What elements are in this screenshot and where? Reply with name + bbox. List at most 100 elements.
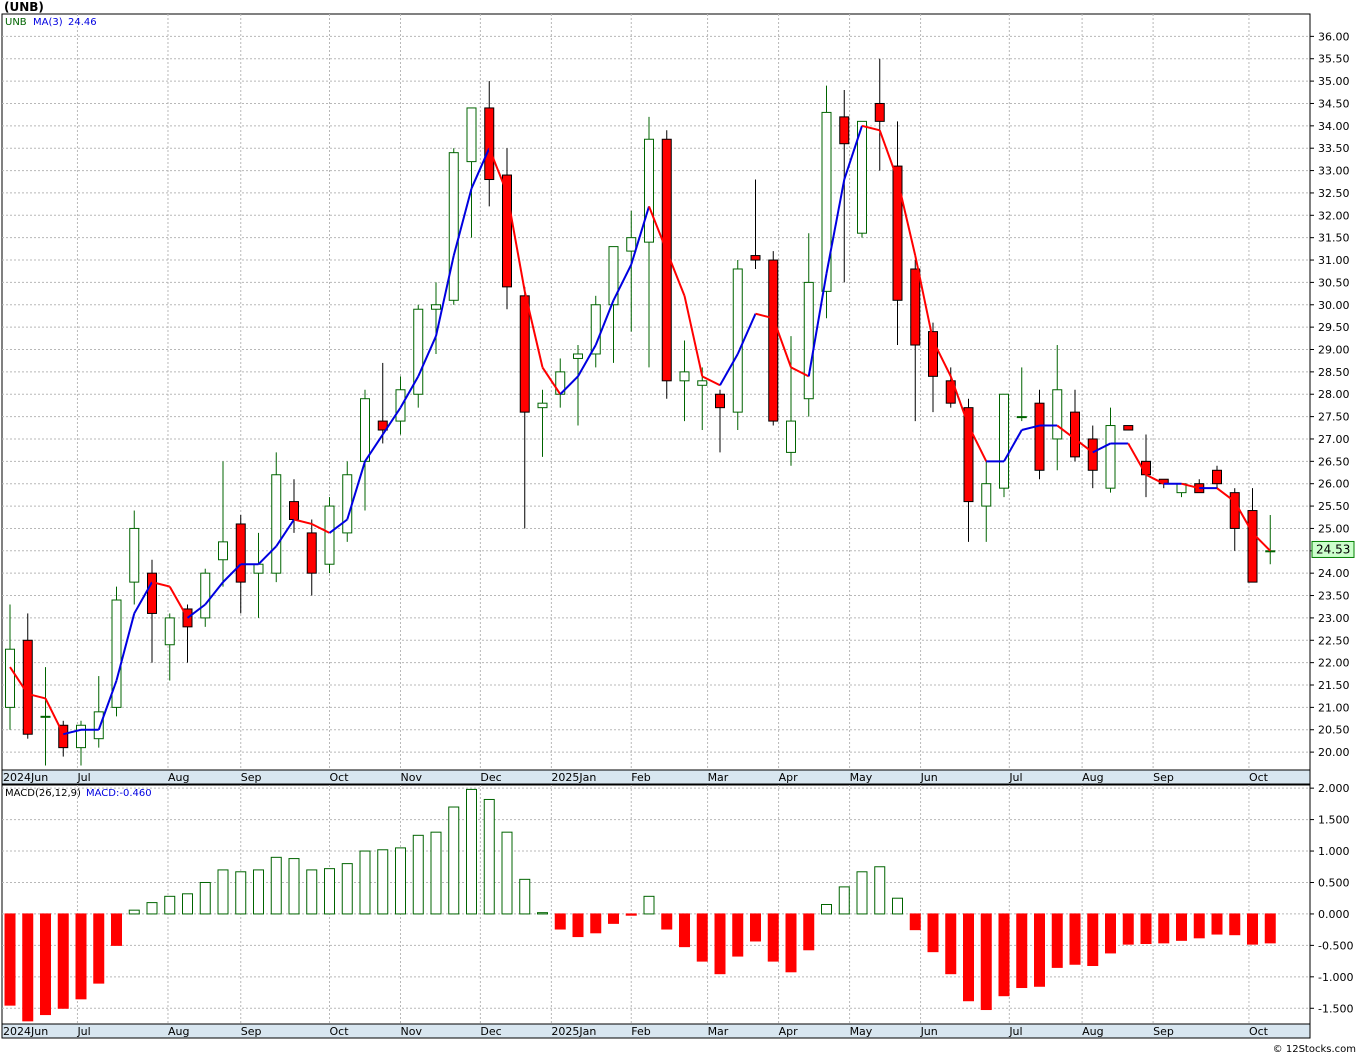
candle-body: [484, 107, 495, 181]
price-y-tick-label: 23.00: [1318, 612, 1350, 625]
macd-y-tick-label: -1.500: [1318, 1002, 1353, 1015]
macd-bar: [57, 913, 69, 1009]
macd-bar: [537, 912, 548, 915]
macd-x-label: Oct: [330, 1025, 350, 1038]
macd-x-label: Oct: [1249, 1025, 1269, 1038]
macd-bar: [40, 913, 51, 1016]
macd-bar: [554, 913, 566, 930]
macd-bar: [235, 871, 247, 915]
candle-body: [1123, 425, 1134, 431]
macd-bar: [1247, 913, 1258, 945]
macd-bar: [1105, 913, 1116, 954]
price-y-tick-label: 32.50: [1318, 187, 1350, 200]
macd-bar: [1051, 913, 1063, 968]
macd-y-tick-label: 1.000: [1318, 845, 1350, 858]
price-y-tick-label: 30.00: [1318, 299, 1350, 312]
macd-bar: [714, 913, 726, 975]
price-x-axis-band: [1, 769, 1311, 785]
price-x-label: Jun: [920, 771, 938, 784]
candle-body: [786, 420, 796, 453]
candle-body: [839, 116, 850, 145]
macd-bar: [661, 913, 673, 930]
macd-bar: [1034, 913, 1045, 987]
price-legend-ma-value: 24.46: [68, 17, 97, 28]
candle-body: [342, 474, 353, 534]
candle-body: [1016, 416, 1027, 419]
macd-bar: [1211, 913, 1223, 935]
copyright-footer: © 12Stocks.com: [1272, 1044, 1356, 1055]
price-y-tick-label: 20.50: [1318, 724, 1350, 737]
macd-bar: [306, 869, 318, 915]
macd-bar: [128, 909, 140, 915]
candle-body: [235, 523, 246, 583]
chart-title: (UNB): [4, 0, 44, 14]
candle-body: [93, 711, 104, 740]
macd-bar: [270, 856, 282, 915]
price-y-tick-label: 23.50: [1318, 590, 1350, 603]
price-x-label: Feb: [631, 771, 650, 784]
price-y-tick-label: 28.00: [1318, 388, 1350, 401]
candle-body: [431, 304, 441, 310]
macd-bar: [750, 913, 761, 942]
macd-panel: [1, 784, 1311, 1025]
price-y-tick-label: 22.00: [1318, 657, 1350, 670]
macd-bar: [412, 834, 424, 915]
candle-body: [644, 138, 654, 243]
macd-bar: [377, 849, 389, 915]
macd-bar: [501, 831, 513, 915]
candle-body: [1265, 550, 1276, 553]
macd-bar: [324, 868, 335, 915]
macd-bar: [625, 913, 637, 916]
macd-bar: [146, 902, 158, 915]
price-y-tick-label: 35.00: [1318, 75, 1350, 88]
price-y-tick-label: 32.00: [1318, 209, 1350, 222]
macd-x-label: Feb: [631, 1025, 650, 1038]
candle-body: [289, 501, 299, 520]
macd-bar: [1016, 913, 1028, 989]
macd-bar: [1122, 913, 1134, 945]
macd-bar: [679, 913, 690, 948]
macd-bar: [483, 798, 495, 915]
macd-bar: [1087, 913, 1099, 967]
candle-body: [466, 107, 477, 163]
price-x-label: Sep: [1153, 771, 1174, 784]
macd-bar: [1069, 913, 1081, 965]
candle-body: [892, 165, 903, 301]
candle-body: [129, 527, 140, 583]
candle-body: [1247, 510, 1258, 583]
price-y-tick-label: 31.00: [1318, 254, 1350, 267]
price-x-label: Oct: [330, 771, 350, 784]
candle-body: [679, 371, 690, 382]
candle-body: [874, 102, 885, 122]
candle-body: [271, 474, 282, 574]
candle-body: [1087, 438, 1098, 471]
candle-body: [626, 237, 637, 252]
price-y-tick-label: 21.00: [1318, 701, 1350, 714]
macd-bar: [572, 913, 584, 938]
macd-x-label: Sep: [1153, 1025, 1174, 1038]
price-y-tick-label: 36.00: [1318, 30, 1350, 43]
macd-x-label: Sep: [241, 1025, 262, 1038]
candle-body: [5, 648, 15, 708]
price-x-label: Dec: [480, 771, 501, 784]
price-x-label: Aug: [168, 771, 189, 784]
macd-y-tick-label: 2.000: [1318, 782, 1350, 795]
price-x-label: 2025Jan: [551, 771, 596, 784]
stock-chart: 20.00 20.50 21.00 21.50 22.00 22.50 23.00 23.50…: [1, 13, 1355, 1039]
macd-bar: [217, 869, 229, 915]
macd-x-label: Jul: [76, 1025, 90, 1038]
price-x-label: Jul: [1008, 771, 1022, 784]
candle-body: [537, 402, 548, 409]
macd-bar: [874, 866, 886, 915]
price-y-tick-label: 33.50: [1318, 142, 1350, 155]
candle-body: [519, 295, 530, 413]
macd-bar: [821, 904, 832, 915]
price-y-tick-label: 34.00: [1318, 120, 1350, 133]
macd-bar: [590, 913, 602, 934]
macd-x-label: May: [850, 1025, 873, 1038]
macd-bar: [909, 913, 921, 931]
macd-bar: [838, 886, 850, 915]
price-x-label: Sep: [241, 771, 262, 784]
candle-body: [395, 389, 406, 422]
candle-body: [1212, 469, 1222, 485]
